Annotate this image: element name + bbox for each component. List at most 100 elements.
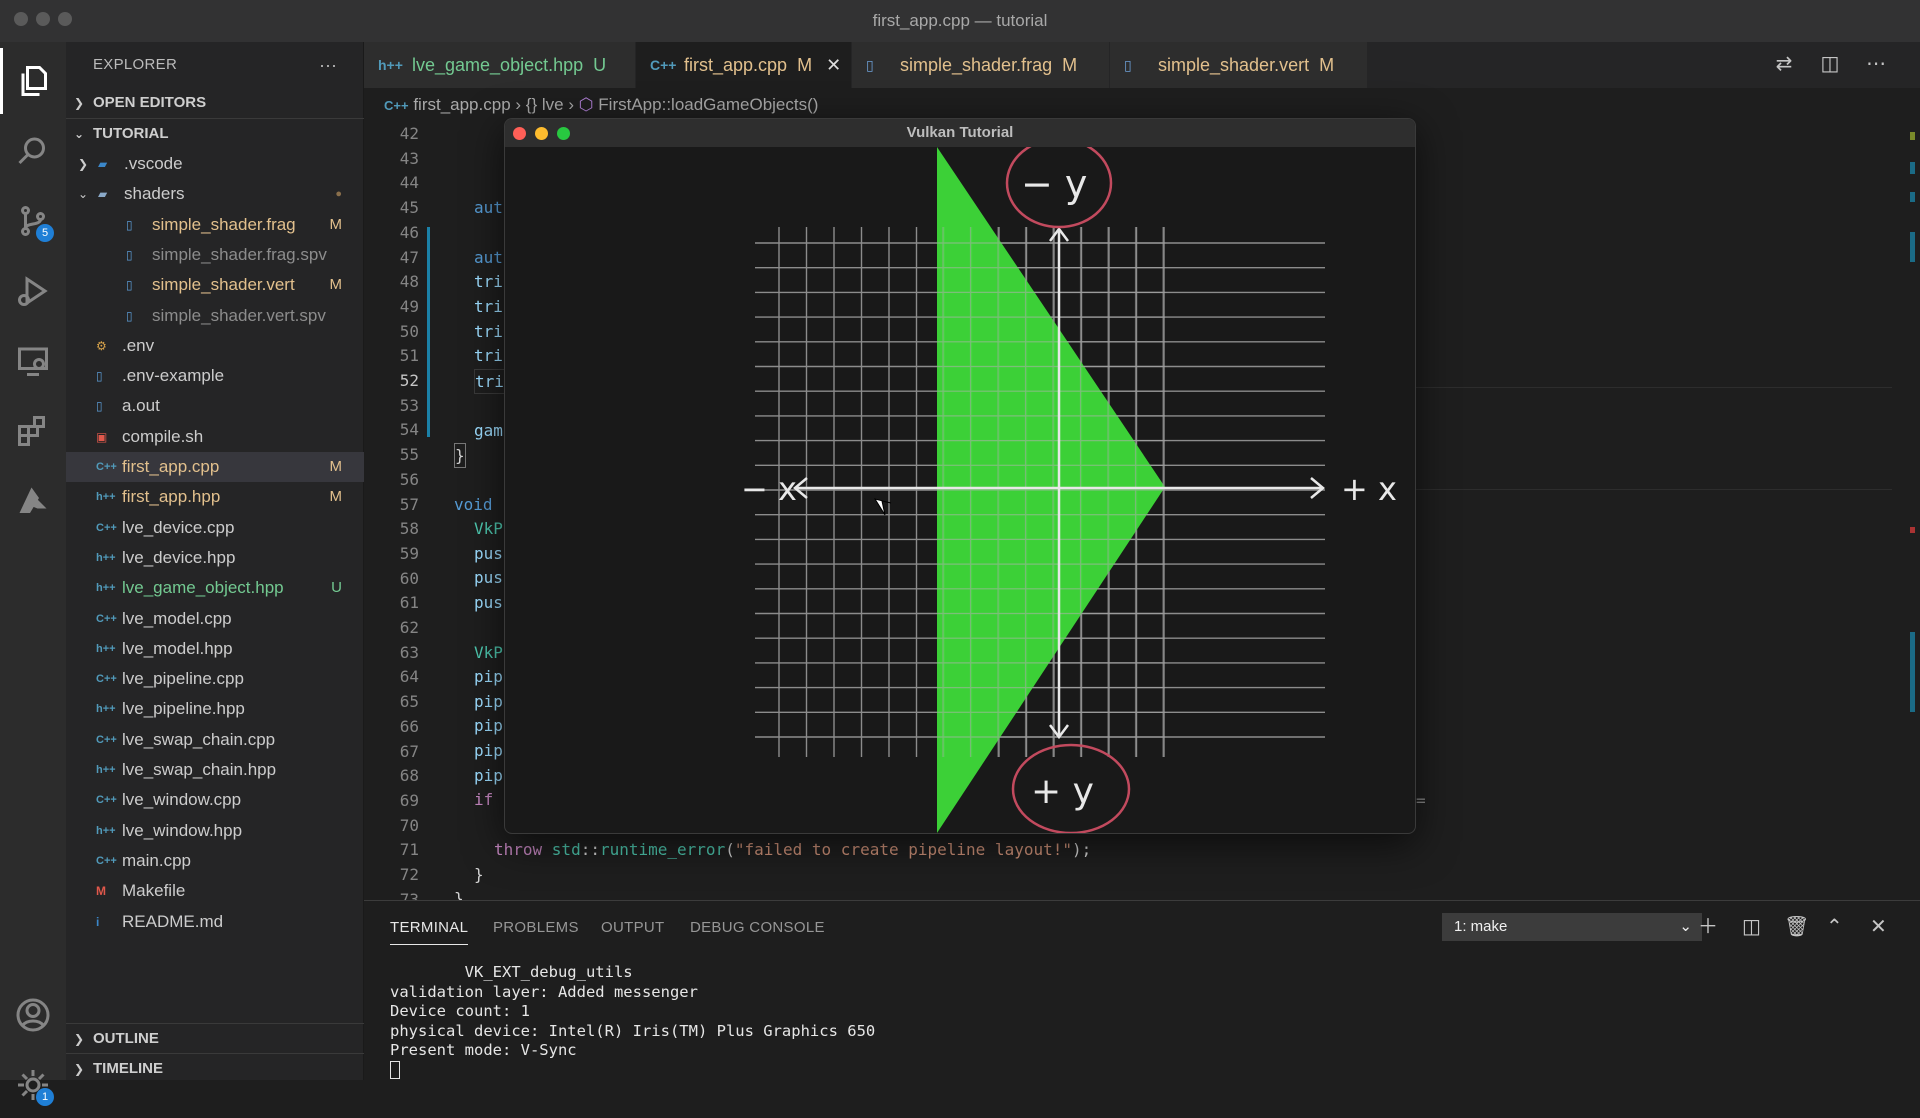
tree-item[interactable]: ▯ a.out (66, 391, 364, 421)
code-line-68: pip (474, 766, 503, 785)
chevron-up-icon[interactable]: ⌃ (1826, 915, 1843, 939)
open-editors-section[interactable]: ❯ OPEN EDITORS (66, 88, 364, 118)
new-terminal-icon[interactable]: ＋ (1698, 915, 1718, 939)
line-number: 65 (399, 692, 419, 712)
breadcrumb-file[interactable]: first_app.cpp (413, 95, 510, 114)
editor-tabs: h++ lve_game_object.hpp U C++ first_app.c… (364, 42, 1920, 88)
tree-item[interactable]: ❯ ▰ .vscode (66, 149, 364, 179)
outline-section[interactable]: ❯ OUTLINE (66, 1023, 364, 1053)
tab-terminal[interactable]: TERMINAL (390, 919, 469, 945)
vulkan-window-titlebar[interactable]: Vulkan Tutorial (505, 119, 1415, 147)
tree-item[interactable]: C++ lve_pipeline.cpp (66, 664, 364, 694)
trash-icon[interactable]: 🗑 (1784, 915, 1809, 939)
source-control-icon[interactable]: 5 (0, 188, 66, 254)
file-icon: ▯ (126, 217, 133, 232)
error-string: "failed to create pipeline layout!" (734, 840, 1072, 859)
tree-item[interactable]: C++ lve_device.cpp (66, 513, 364, 543)
zoom-window-icon[interactable] (58, 12, 72, 26)
tree-item-label: simple_shader.frag (152, 214, 296, 234)
tab-problems[interactable]: PROBLEMS (493, 919, 579, 936)
open-paren: ( (725, 840, 735, 859)
tree-item[interactable]: M Makefile (66, 876, 364, 906)
minimap-marker (1910, 162, 1915, 174)
hpp-icon: h++ (96, 642, 116, 655)
tab-debug-console[interactable]: DEBUG CONSOLE (690, 919, 825, 936)
split-terminal-icon[interactable]: ◫ (1742, 915, 1761, 939)
tree-item-label: lve_game_object.hpp (122, 578, 284, 598)
tree-item[interactable]: C++ first_app.cpp M (66, 452, 364, 482)
tree-item[interactable]: C++ lve_model.cpp (66, 604, 364, 634)
line-number: 49 (399, 296, 419, 316)
azure-icon[interactable] (0, 468, 66, 534)
minimize-window-icon[interactable] (535, 127, 548, 140)
tree-item[interactable]: C++ main.cpp (66, 846, 364, 876)
tree-item-label: lve_pipeline.hpp (122, 699, 245, 719)
tree-item[interactable]: C++ lve_window.cpp (66, 785, 364, 815)
compare-changes-icon[interactable]: ⇄ (1772, 52, 1796, 76)
tree-item[interactable]: h++ lve_device.hpp (66, 543, 364, 573)
tree-item[interactable]: h++ lve_pipeline.hpp (66, 694, 364, 724)
breadcrumb-symbol[interactable]: FirstApp::loadGameObjects() (598, 95, 818, 114)
split-editor-icon[interactable]: ◫ (1818, 52, 1842, 76)
vulkan-tutorial-window[interactable]: Vulkan Tutorial − x + x − y + y (504, 118, 1416, 834)
search-icon[interactable] (0, 118, 66, 184)
scope-operator: :: (580, 840, 600, 859)
minimize-window-icon[interactable] (36, 12, 50, 26)
tree-item-label: lve_swap_chain.hpp (122, 760, 277, 779)
more-actions-icon[interactable]: ⋯ (1864, 52, 1888, 76)
minimap[interactable] (1892, 122, 1920, 900)
tree-item[interactable]: ⚙ .env (66, 331, 364, 361)
tree-item[interactable]: ▯ .env-example (66, 361, 364, 391)
close-window-icon[interactable] (513, 127, 526, 140)
tree-item[interactable]: ⌄ ▰ shaders ● (66, 179, 364, 209)
terminal-output[interactable]: VK_EXT_debug_utils validation layer: Adde… (390, 963, 875, 1080)
tree-item-label: simple_shader.vert.spv (152, 305, 326, 325)
explorer-icon[interactable] (0, 48, 66, 114)
tab-lve-game-object-hpp[interactable]: h++ lve_game_object.hpp U (364, 42, 636, 88)
tree-item[interactable]: ▯ simple_shader.frag.spv (66, 240, 364, 270)
line-number: 60 (399, 568, 419, 588)
tree-item[interactable]: h++ first_app.hpp M (66, 482, 364, 512)
more-actions-icon[interactable]: ··· (319, 42, 337, 88)
tree-item-label: Makefile (122, 881, 186, 901)
env-icon: ⚙ (96, 338, 107, 353)
account-icon[interactable] (0, 982, 66, 1048)
tab-first-app-cpp[interactable]: C++ first_app.cpp M ✕ (636, 42, 852, 88)
tree-item[interactable]: h++ lve_model.hpp (66, 634, 364, 664)
remote-explorer-icon[interactable] (0, 328, 66, 394)
tab-simple-shader-frag[interactable]: ▯ simple_shader.frag M (852, 42, 1110, 88)
tree-item[interactable]: ▯ simple_shader.frag M (66, 210, 364, 240)
tree-item[interactable]: ▯ simple_shader.vert M (66, 270, 364, 300)
close-window-icon[interactable] (14, 12, 28, 26)
tree-item[interactable]: h++ lve_swap_chain.hpp (66, 755, 364, 785)
tree-item[interactable]: C++ lve_swap_chain.cpp (66, 725, 364, 755)
tree-item[interactable]: ▣ compile.sh (66, 422, 364, 452)
settings-gear-icon[interactable]: 1 (0, 1052, 66, 1118)
line-number: 43 (399, 148, 419, 168)
tab-simple-shader-vert[interactable]: ▯ simple_shader.vert M (1110, 42, 1368, 88)
close-panel-icon[interactable]: ✕ (1870, 915, 1887, 939)
tree-item[interactable]: h++ lve_window.hpp (66, 816, 364, 846)
tree-item[interactable]: ▯ simple_shader.vert.spv (66, 301, 364, 331)
extensions-icon[interactable] (0, 398, 66, 464)
title-bar: first_app.cpp — tutorial (0, 0, 1920, 42)
terminal-line: physical device: Intel(R) Iris(TM) Plus … (390, 1021, 876, 1040)
code-line-67: pip (474, 741, 503, 760)
tree-item[interactable]: h++ lve_game_object.hpp U (66, 573, 364, 603)
line-number: 68 (399, 766, 419, 786)
terminal-select[interactable]: 1: make ⌄ (1442, 913, 1702, 941)
tutorial-folder-section[interactable]: ⌄ TUTORIAL (66, 119, 364, 149)
close-tab-icon[interactable]: ✕ (826, 55, 841, 75)
tree-item[interactable]: i README.md (66, 907, 364, 937)
zoom-window-icon[interactable] (557, 127, 570, 140)
tab-output[interactable]: OUTPUT (601, 919, 664, 936)
runtime-error-type: runtime_error (599, 840, 726, 859)
code-line-45: aut (474, 198, 503, 217)
breadcrumb-namespace[interactable]: {} lve (526, 95, 564, 114)
cpp-file-icon: C++ (650, 57, 677, 73)
run-debug-icon[interactable] (0, 258, 66, 324)
git-status-badge: M (329, 215, 343, 233)
std-namespace: std (551, 840, 581, 859)
vscode-folder-icon: ▰ (98, 157, 108, 171)
timeline-section[interactable]: ❯ TIMELINE (66, 1053, 364, 1083)
